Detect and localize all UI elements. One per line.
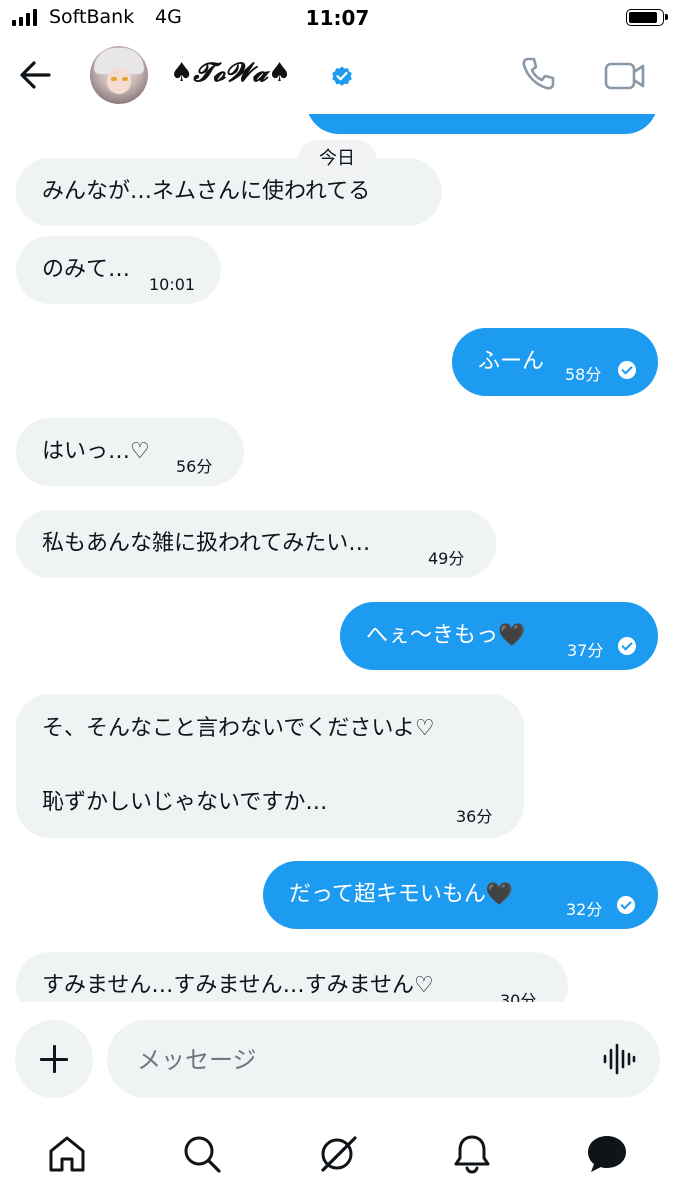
message-time: 56分 — [176, 457, 213, 476]
message-bubble-outgoing[interactable]: ふーん 58分 — [452, 328, 658, 396]
message-time: 10:01 — [149, 275, 196, 294]
notifications-bell-icon[interactable] — [450, 1132, 494, 1176]
message-bubble-incoming[interactable]: のみて… 10:01 — [16, 236, 221, 304]
read-check-icon — [618, 637, 636, 655]
arrow-left-icon — [20, 61, 51, 89]
bottom-navigation — [0, 1114, 675, 1200]
message-text: 私もあんな雑に扱われてみたい… — [42, 531, 371, 556]
message-text: ふーん — [478, 349, 545, 374]
status-bar: SoftBank 4G 11:07 — [0, 0, 675, 38]
message-text: みんなが…ネムさんに使われてる — [42, 179, 371, 204]
message-time: 32分 — [566, 900, 603, 919]
avatar[interactable] — [90, 46, 148, 104]
verified-badge-icon — [332, 66, 352, 86]
message-text: だって超キモいもん🖤 — [289, 882, 514, 907]
message-bubble-incoming[interactable]: そ、そんなこと言わないでくださいよ♡ 恥ずかしいじゃないですか… 36分 — [16, 694, 524, 838]
contact-name[interactable]: ♠𝓣𝓸𝓦𝓪♠ — [170, 58, 291, 89]
message-text: はいっ…♡ — [42, 439, 150, 464]
battery-icon — [626, 9, 668, 26]
message-input[interactable] — [135, 1020, 579, 1100]
message-text: のみて… — [42, 257, 131, 282]
phone-icon[interactable] — [518, 54, 558, 94]
message-list[interactable]: 今日 みんなが…ネムさんに使われてる のみて… 10:01 ふーん 58分 はい… — [0, 114, 675, 1002]
add-media-button[interactable] — [15, 1020, 93, 1098]
message-time: 37分 — [567, 641, 604, 660]
back-button[interactable] — [15, 54, 57, 96]
chat-header: ♠𝓣𝓸𝓦𝓪♠ — [0, 38, 675, 114]
message-bubble-incoming[interactable]: みんなが…ネムさんに使われてる — [16, 158, 442, 226]
message-composer — [0, 1002, 675, 1114]
home-icon[interactable] — [45, 1132, 89, 1176]
message-input-container[interactable] — [107, 1020, 660, 1100]
grok-icon[interactable] — [315, 1132, 359, 1176]
message-text: そ、そんなこと言わないでくださいよ♡ — [42, 716, 435, 741]
message-time: 36分 — [456, 807, 493, 826]
message-bubble-incoming[interactable]: すみません…すみません…すみません♡ 30分 — [16, 952, 568, 1002]
message-bubble-outgoing[interactable]: だって超キモいもん🖤 32分 — [263, 861, 658, 929]
message-bubble-incoming[interactable]: 私もあんな雑に扱われてみたい… 49分 — [16, 510, 496, 578]
message-text: すみません…すみません…すみません♡ — [42, 973, 434, 998]
voice-message-icon[interactable] — [602, 1042, 636, 1076]
message-time: 58分 — [565, 365, 602, 384]
message-time: 30分 — [500, 991, 537, 1002]
message-bubble-outgoing[interactable]: へぇ〜きもっ🖤 37分 — [340, 602, 658, 670]
messages-icon[interactable] — [585, 1132, 629, 1176]
read-check-icon — [618, 361, 636, 379]
message-text-line-2: 恥ずかしいじゃないですか… — [42, 790, 328, 815]
date-separator: 今日 — [298, 140, 376, 178]
message-time: 49分 — [428, 549, 465, 568]
read-check-icon — [617, 896, 635, 914]
message-text: へぇ〜きもっ🖤 — [366, 623, 526, 648]
previous-message-bubble[interactable] — [306, 114, 658, 134]
message-bubble-incoming[interactable]: はいっ…♡ 56分 — [16, 418, 244, 486]
video-call-icon[interactable] — [601, 56, 649, 96]
search-icon[interactable] — [180, 1132, 224, 1176]
status-time: 11:07 — [305, 6, 370, 30]
